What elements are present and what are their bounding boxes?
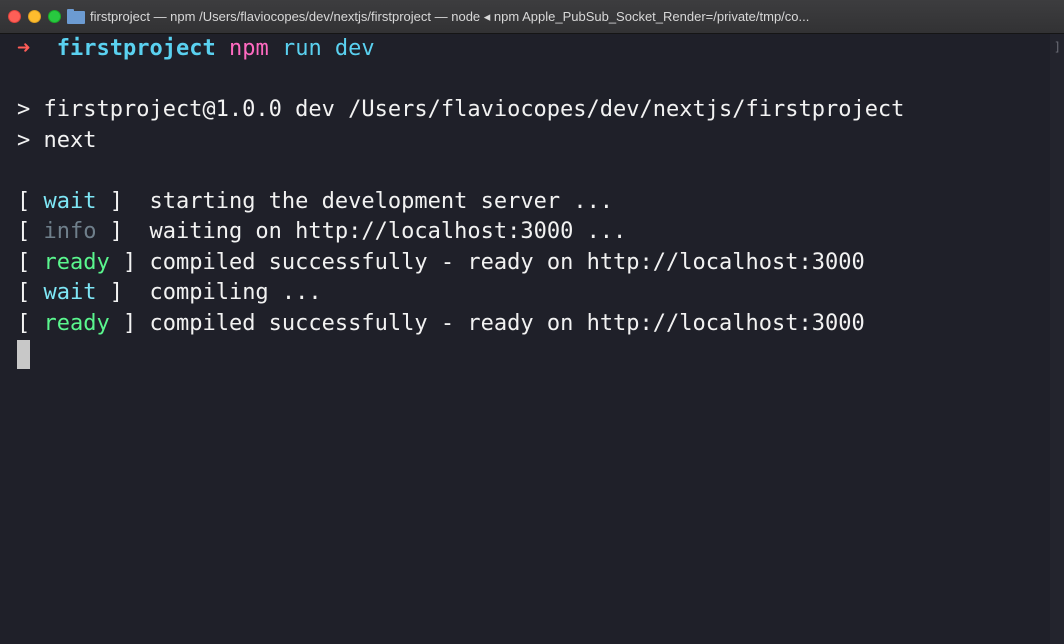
next-line: > next [17, 127, 97, 153]
scrollbar[interactable] [1050, 34, 1064, 644]
prompt-line: ➜ firstproject npm run dev [17, 34, 1064, 65]
command-args: run dev [281, 36, 375, 61]
window-title: firstproject — npm /Users/flaviocopes/de… [90, 9, 810, 24]
log-message: compiling ... [122, 280, 322, 305]
scroll-mark-icon: ] [1053, 40, 1061, 54]
title-bar[interactable]: firstproject — npm /Users/flaviocopes/de… [0, 0, 1064, 34]
log-tag: info [43, 219, 97, 244]
log-tag: wait [43, 188, 97, 214]
log-message: waiting on http://localhost:3000 ... [122, 219, 627, 244]
prompt-arrow-icon: ➜ [17, 36, 31, 61]
cursor-line [17, 339, 1064, 370]
folder-icon [67, 9, 85, 24]
log-tag: ready [43, 249, 110, 275]
text-cursor [17, 340, 30, 369]
script-line: > firstproject@1.0.0 dev /Users/flavioco… [17, 97, 905, 122]
log-line: [ ready ] compiled successfully - ready … [17, 249, 865, 275]
minimize-button[interactable] [28, 10, 41, 23]
terminal-window: firstproject — npm /Users/flaviocopes/de… [0, 0, 1064, 644]
prompt-directory: firstproject [56, 36, 216, 61]
log-tag: ready [43, 310, 110, 336]
command-bin: npm [228, 36, 269, 61]
log-line: [ info ] waiting on http://localhost:300… [17, 219, 627, 244]
close-button[interactable] [8, 10, 21, 23]
log-line: [ ready ] compiled successfully - ready … [17, 310, 865, 336]
terminal-output[interactable]: ➜ firstproject npm run dev > firstprojec… [0, 34, 1064, 644]
log-message: compiled successfully - ready on http://… [136, 249, 865, 275]
maximize-button[interactable] [48, 10, 61, 23]
log-line: [ wait ] compiling ... [17, 280, 322, 305]
log-tag: wait [43, 280, 97, 305]
log-message: compiled successfully - ready on http://… [136, 310, 865, 336]
log-line: [ wait ] starting the development server… [17, 188, 614, 214]
log-message: starting the development server ... [122, 188, 614, 214]
